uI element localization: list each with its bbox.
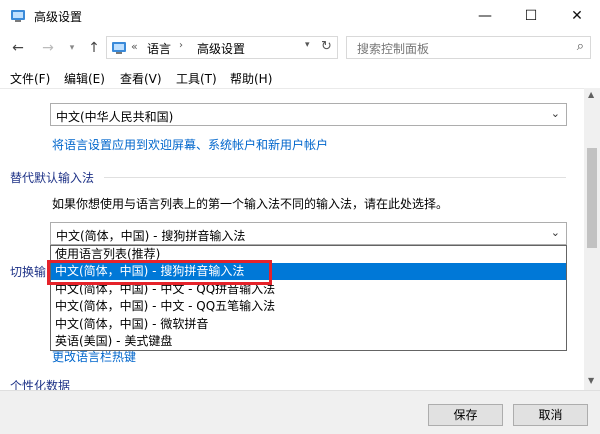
menu-view[interactable]: 查看(V) (120, 70, 162, 87)
maximize-button[interactable]: ☐ (508, 0, 554, 32)
ime-description: 如果你想使用与语言列表上的第一个输入法不同的输入法，请在此处选择。 (52, 197, 449, 211)
address-overflow-icon[interactable]: « (131, 40, 138, 53)
dialog-footer: 保存 取消 (0, 390, 600, 434)
personalization-data-section-title: 个性化数据 (10, 379, 71, 390)
input-method-value: 中文(简体，中国) - 搜狗拼音输入法 (56, 229, 246, 243)
switch-input-section-title: 切换输 (10, 265, 47, 279)
dropdown-option[interactable]: 中文(简体，中国) - 中文 - QQ五笔输入法 (51, 298, 566, 315)
dropdown-option[interactable]: 英语(美国) - 美式键盘 (51, 333, 566, 350)
annotation-highlight-box (47, 260, 272, 285)
ime-section-title: 替代默认输入法 (10, 171, 95, 185)
menu-bar: 文件(F) 编辑(E) 查看(V) 工具(T) 帮助(H) (0, 66, 600, 88)
control-panel-icon (11, 10, 25, 22)
cancel-button[interactable]: 取消 (513, 404, 588, 426)
menu-help[interactable]: 帮助(H) (230, 70, 272, 87)
dropdown-option[interactable]: 中文(简体，中国) - 微软拼音 (51, 316, 566, 333)
control-panel-icon (112, 42, 126, 54)
breadcrumb-advanced-settings[interactable]: 高级设置 (197, 40, 245, 57)
save-button[interactable]: 保存 (428, 404, 503, 426)
vertical-scrollbar[interactable]: ▲ ▼ (584, 88, 600, 390)
up-icon[interactable]: ↑ (84, 38, 104, 58)
apply-language-settings-link[interactable]: 将语言设置应用到欢迎屏幕、系统帐户和新用户帐户 (52, 136, 328, 153)
back-icon[interactable]: ← (8, 38, 28, 58)
forward-icon[interactable]: → (38, 38, 58, 58)
search-input[interactable]: 搜索控制面板 (357, 40, 429, 57)
menu-file[interactable]: 文件(F) (10, 70, 50, 87)
address-chevron-down-icon[interactable]: ▾ (305, 40, 310, 50)
window-title: 高级设置 (34, 10, 83, 24)
refresh-icon[interactable]: ↻ (321, 39, 332, 54)
display-language-value: 中文(中华人民共和国) (56, 110, 174, 124)
input-method-combo[interactable]: 中文(简体，中国) - 搜狗拼音输入法 ⌄ (50, 222, 567, 245)
close-button[interactable]: ✕ (554, 0, 600, 32)
search-box[interactable]: 搜索控制面板 ⌕ (346, 36, 591, 59)
scrollbar-thumb[interactable] (587, 148, 597, 248)
address-bar[interactable]: « 语言 › 高级设置 ▾ ↻ (106, 36, 338, 59)
menu-edit[interactable]: 编辑(E) (64, 70, 105, 87)
display-language-combo[interactable]: 中文(中华人民共和国) ⌄ (50, 103, 567, 126)
title-bar: 高级设置 — ☐ ✕ (0, 0, 600, 32)
chevron-down-icon[interactable]: ⌄ (551, 226, 560, 239)
breadcrumb-language[interactable]: 语言 (147, 40, 171, 57)
menu-tools[interactable]: 工具(T) (176, 70, 217, 87)
scroll-down-icon[interactable]: ▼ (588, 376, 594, 385)
scroll-up-icon[interactable]: ▲ (588, 90, 594, 99)
recent-locations-chevron-down-icon[interactable]: ▾ (62, 38, 82, 58)
section-divider (104, 177, 566, 178)
breadcrumb-chevron-icon[interactable]: › (179, 40, 183, 51)
minimize-button[interactable]: — (462, 0, 508, 32)
chevron-down-icon[interactable]: ⌄ (551, 107, 560, 120)
search-icon[interactable]: ⌕ (577, 39, 584, 54)
